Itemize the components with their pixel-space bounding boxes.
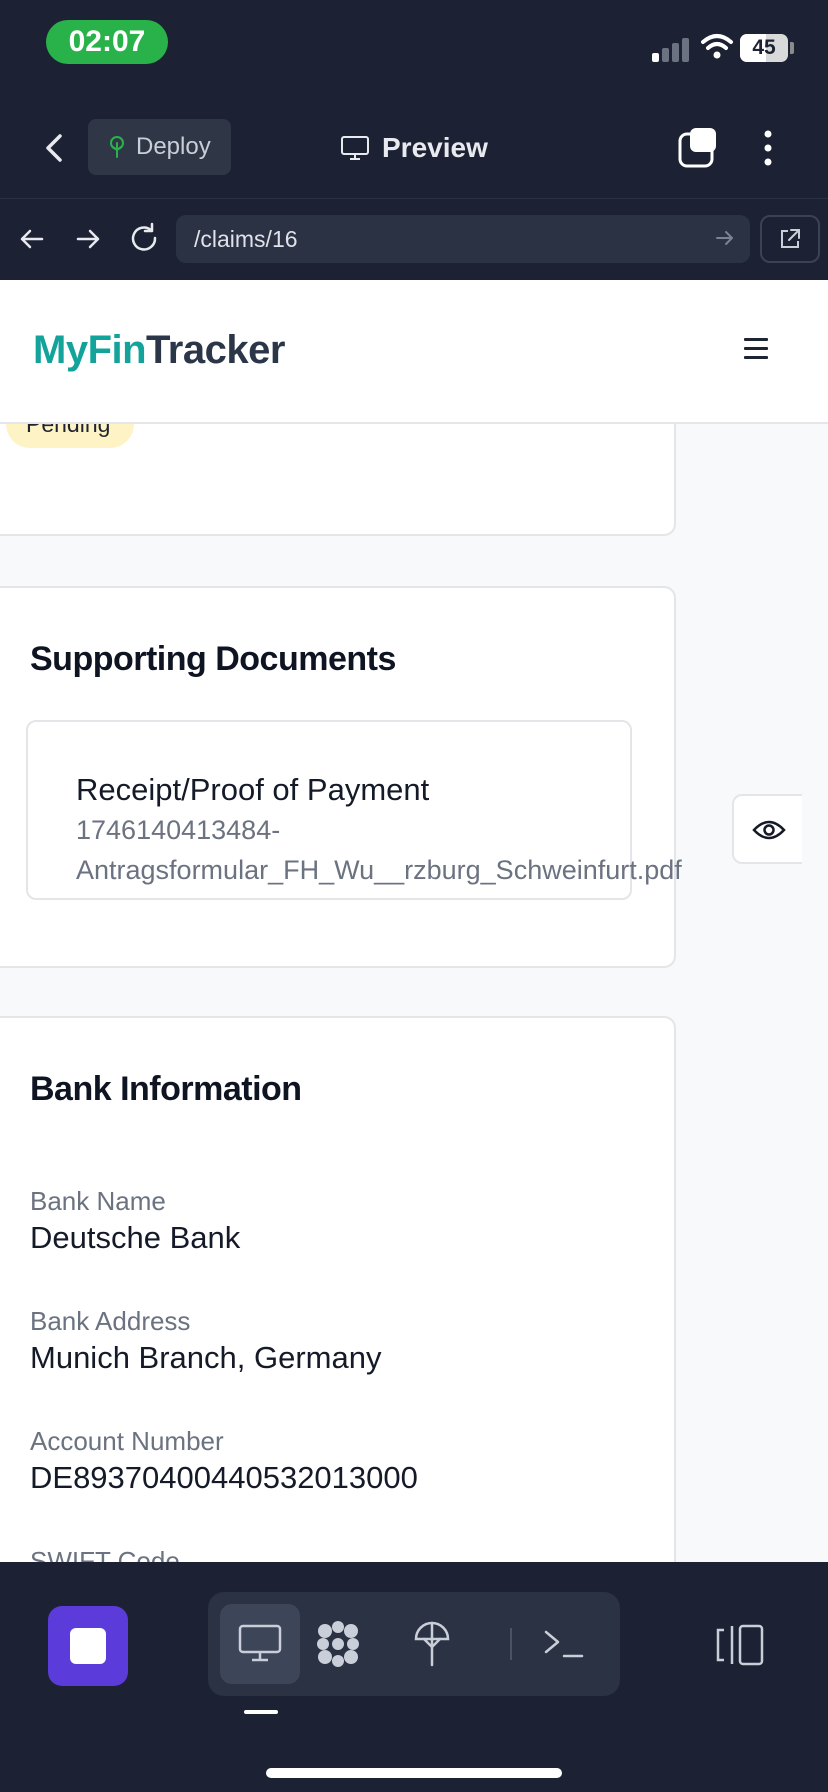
go-arrow-icon[interactable]	[714, 227, 736, 249]
split-view-icon[interactable]	[714, 1622, 766, 1668]
arrow-left-icon[interactable]	[14, 221, 50, 257]
apps-view-button[interactable]	[298, 1604, 378, 1684]
deploy-tree-icon	[414, 1621, 450, 1667]
document-title: Receipt/Proof of Payment	[76, 772, 430, 807]
logo-part1: MyFin	[33, 328, 147, 372]
signal-icon	[652, 36, 690, 62]
bottom-bar	[0, 1562, 828, 1792]
apps-icon	[317, 1621, 359, 1667]
status-bar: 02:07 45	[0, 0, 828, 90]
url-text: /claims/16	[194, 226, 298, 252]
url-input[interactable]: /claims/16	[176, 215, 750, 263]
site-header: MyFinTracker	[0, 280, 828, 424]
terminal-icon	[544, 1630, 584, 1658]
more-vertical-icon[interactable]	[752, 124, 784, 172]
monitor-icon	[341, 136, 369, 160]
document-filename-line2: Antragsformular_FH_Wu__rzburg_Schweinfur…	[76, 855, 682, 885]
arrow-right-icon[interactable]	[70, 221, 106, 257]
preview-label: Preview	[382, 132, 488, 163]
bank-title: Bank Information	[30, 1070, 302, 1108]
stop-icon	[70, 1628, 106, 1664]
bank-address-label: Bank Address	[30, 1306, 191, 1336]
document-filename-line1: 1746140413484-	[76, 815, 281, 845]
account-number-label: Account Number	[30, 1426, 224, 1456]
preview-tab[interactable]: Preview	[340, 128, 488, 168]
home-indicator	[266, 1768, 562, 1778]
battery-tip	[790, 42, 794, 54]
deploy-button[interactable]: Deploy	[88, 119, 231, 175]
external-link-icon	[781, 229, 800, 248]
battery-icon: 45	[740, 34, 788, 62]
deploy-view-button[interactable]	[392, 1604, 472, 1684]
site-logo[interactable]: MyFinTracker	[33, 328, 285, 373]
view-switcher	[208, 1592, 620, 1696]
battery-level: 45	[752, 36, 776, 59]
documents-title: Supporting Documents	[30, 640, 396, 678]
desktop-icon	[238, 1624, 282, 1662]
stop-button[interactable]	[48, 1606, 128, 1686]
account-number-value: DE89370400440532013000	[30, 1460, 418, 1495]
bank-name-value: Deutsche Bank	[30, 1220, 241, 1255]
back-chevron-icon[interactable]	[36, 124, 76, 172]
desktop-view-button[interactable]	[220, 1604, 300, 1684]
deploy-icon	[110, 136, 124, 158]
web-page: Pending Supporting Documents Receipt/Pro…	[0, 280, 828, 1562]
terminal-view-button[interactable]	[524, 1604, 604, 1684]
eye-icon	[752, 820, 786, 840]
document-filename: 1746140413484- Antragsformular_FH_Wu__rz…	[76, 810, 756, 890]
open-external-button[interactable]	[760, 215, 820, 263]
deploy-label: Deploy	[136, 133, 211, 160]
hamburger-icon[interactable]	[744, 338, 768, 360]
view-document-button[interactable]	[732, 794, 802, 864]
bank-address-value: Munich Branch, Germany	[30, 1340, 382, 1375]
status-time: 02:07	[46, 20, 168, 64]
tabs-icon[interactable]	[676, 126, 720, 170]
reload-icon[interactable]	[126, 221, 162, 257]
address-bar: /claims/16	[0, 198, 828, 280]
bank-information-card: Bank Information Bank Name Deutsche Bank…	[0, 1016, 676, 1562]
editor-toolbar: Deploy Preview	[0, 100, 828, 196]
segment-divider	[510, 1628, 512, 1660]
swift-code-label: SWIFT Code	[30, 1546, 180, 1562]
logo-part2: Tracker	[146, 328, 285, 372]
wifi-icon	[701, 34, 733, 59]
active-view-indicator	[244, 1710, 278, 1714]
bank-name-label: Bank Name	[30, 1186, 166, 1216]
